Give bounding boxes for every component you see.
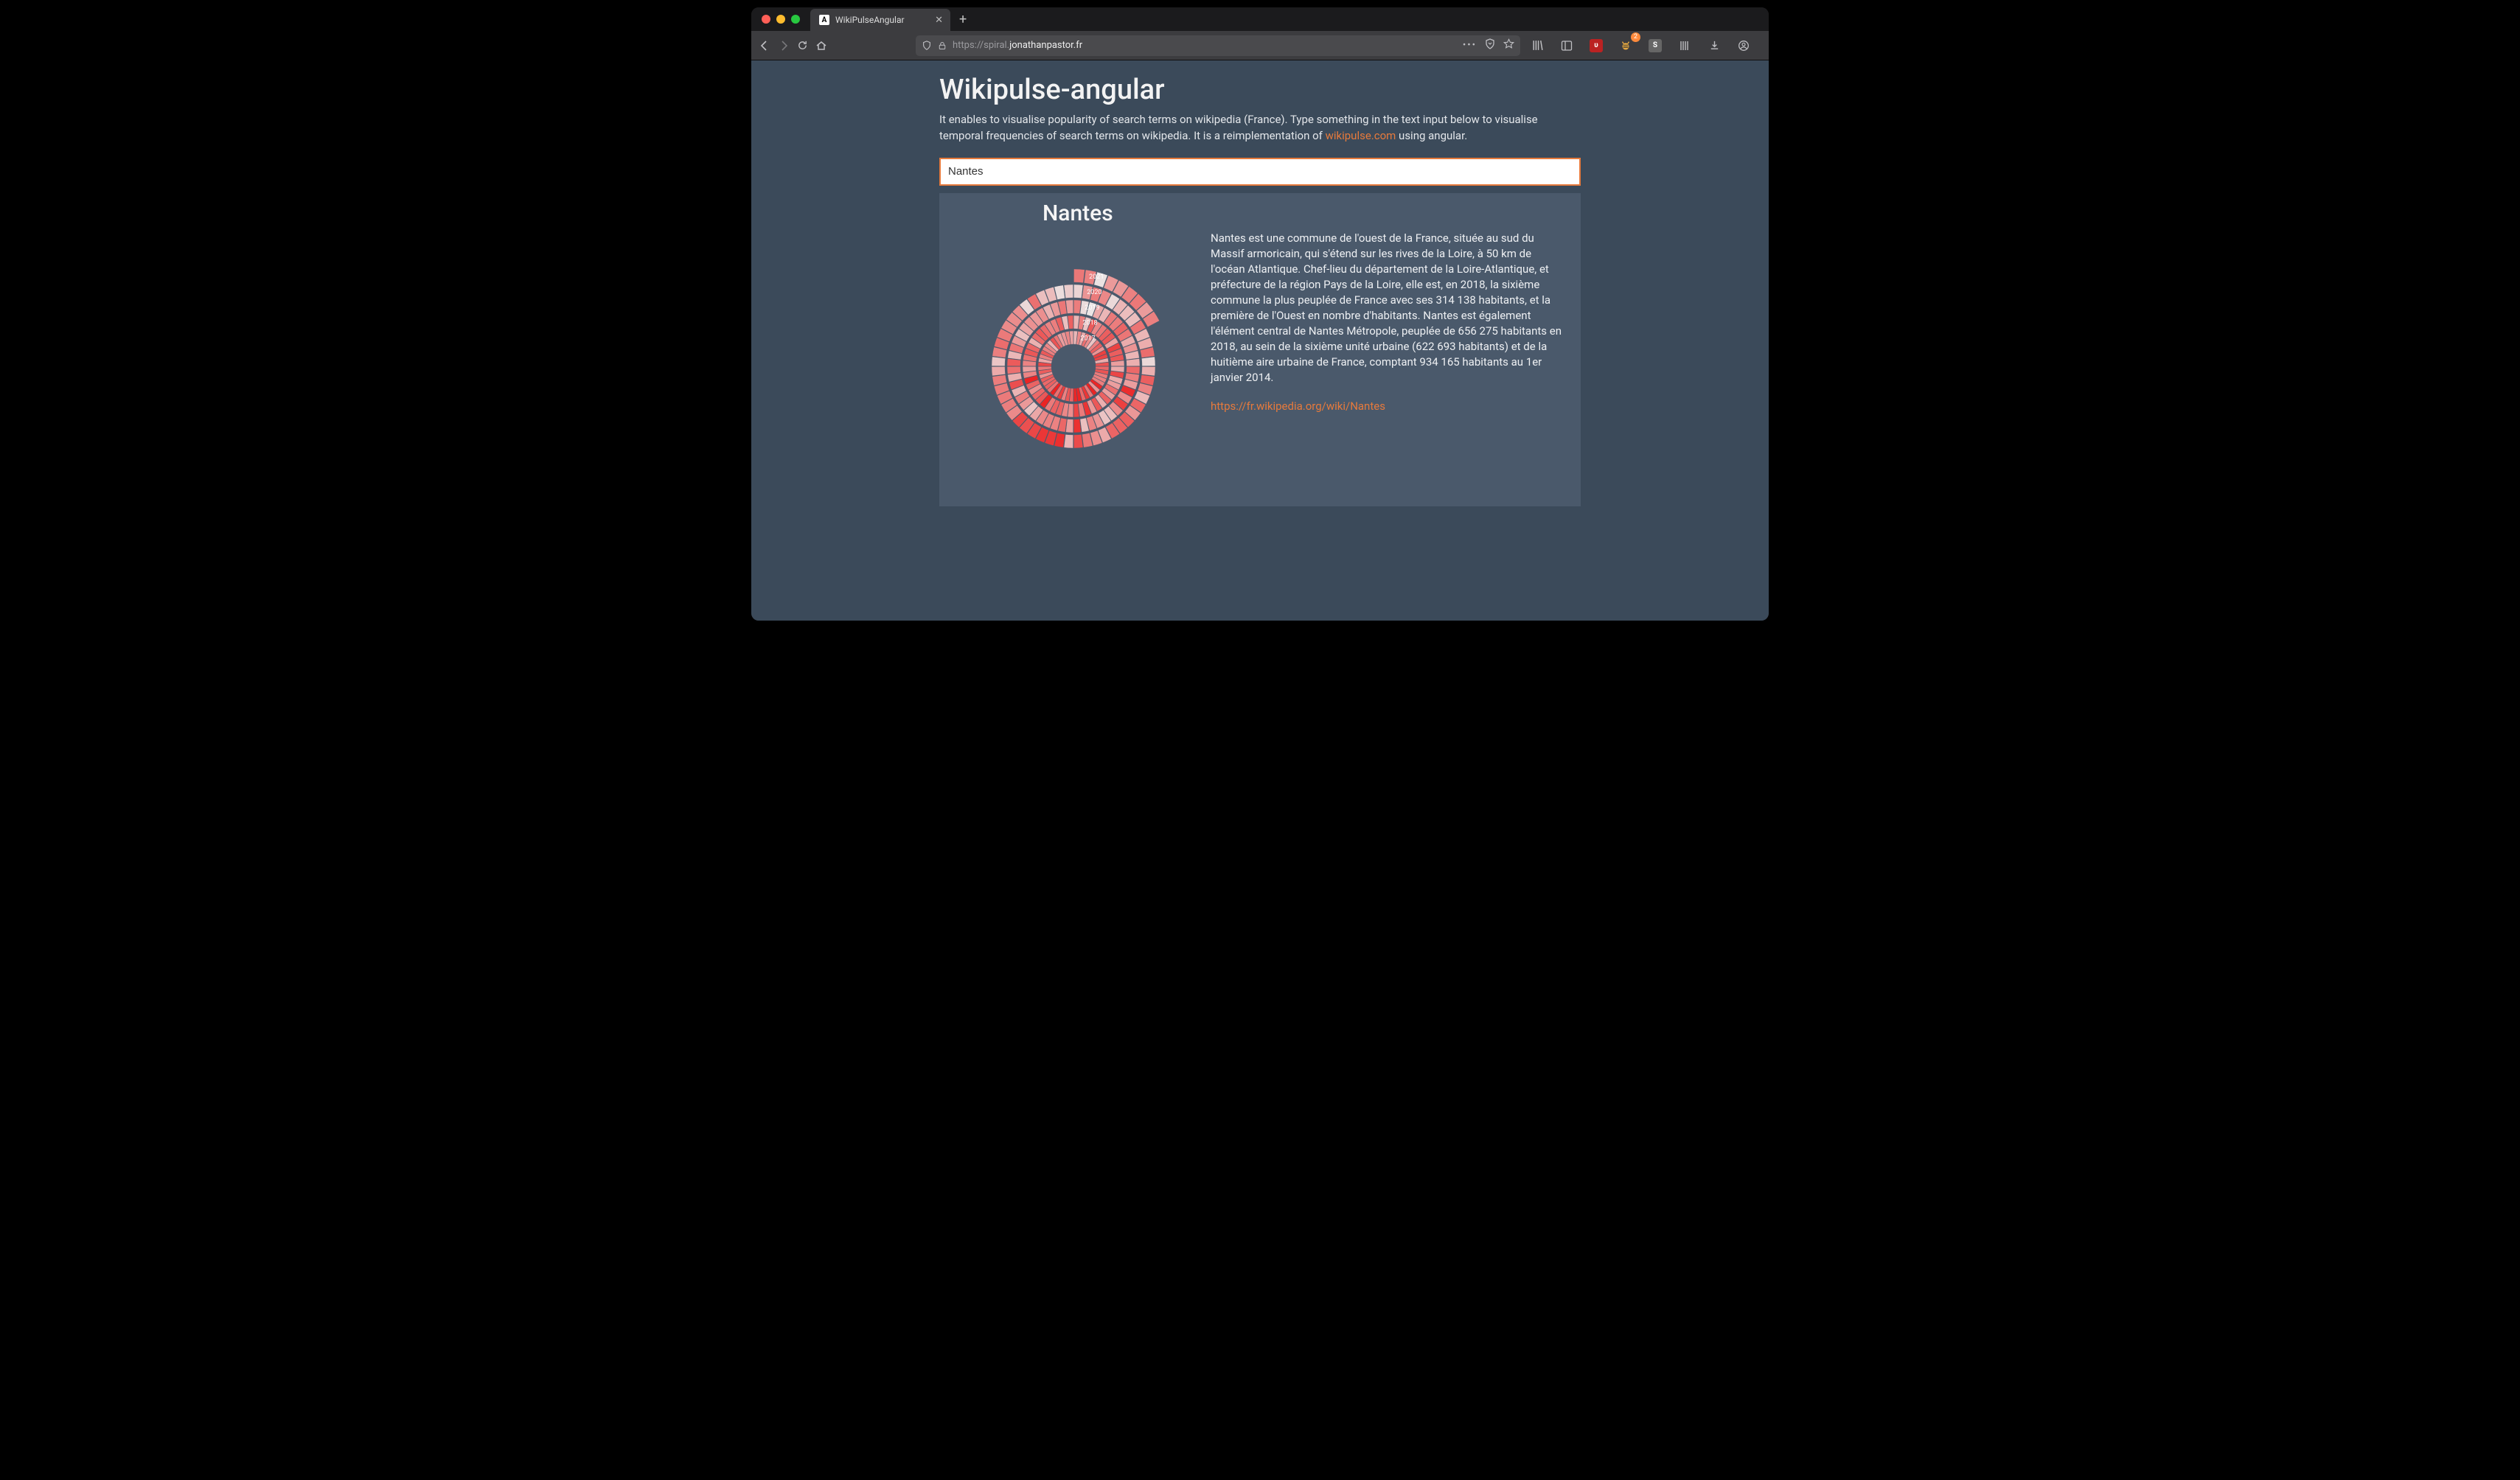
close-tab-button[interactable]: ✕ — [935, 15, 943, 26]
svg-text:2020: 2020 — [1087, 288, 1101, 296]
reader-mode-icon[interactable] — [1484, 38, 1496, 53]
wikipedia-link[interactable]: https://fr.wikipedia.org/wiki/Nantes — [1211, 399, 1564, 414]
tab-favicon: A — [819, 15, 829, 25]
window-controls — [751, 7, 810, 31]
page-content: Wikipulse-angular It enables to visualis… — [939, 74, 1581, 576]
tab-strip: A WikiPulseAngular ✕ + — [751, 7, 1769, 31]
result-description: Nantes est une commune de l'ouest de la … — [1211, 231, 1564, 385]
page-intro: It enables to visualise popularity of se… — [939, 112, 1581, 144]
extension-ublock-icon[interactable]: υ — [1587, 36, 1606, 55]
shield-icon — [922, 41, 932, 51]
result-card: Nantes 2017 2018 2019 2020 2021 Nantes est u… — [939, 193, 1581, 506]
svg-text:2021: 2021 — [1089, 273, 1104, 281]
browser-tab[interactable]: A WikiPulseAngular ✕ — [810, 9, 950, 31]
extension-grid-icon[interactable] — [1675, 36, 1694, 55]
address-bar[interactable]: https://spiral.jonathanpastor.fr ••• — [916, 35, 1520, 56]
spiral-chart: 2017 2018 2019 2020 2021 — [956, 231, 1191, 477]
svg-text:2019: 2019 — [1085, 304, 1099, 311]
page-title: Wikipulse-angular — [939, 74, 1581, 106]
page-viewport: Wikipulse-angular It enables to visualis… — [751, 60, 1769, 621]
close-window-button[interactable] — [762, 15, 770, 24]
url-text: https://spiral.jonathanpastor.fr — [953, 40, 1457, 51]
forward-button[interactable] — [778, 36, 790, 55]
zoom-window-button[interactable] — [791, 15, 800, 24]
menu-icon[interactable] — [1764, 36, 1769, 55]
toolbar-extensions: υ 2 S — [1528, 36, 1769, 55]
search-input[interactable] — [939, 158, 1581, 186]
reload-button[interactable] — [797, 36, 808, 55]
new-tab-button[interactable]: + — [950, 7, 975, 31]
browser-toolbar: https://spiral.jonathanpastor.fr ••• υ — [751, 31, 1769, 60]
result-heading: Nantes — [1043, 200, 1564, 226]
bookmark-star-icon[interactable] — [1503, 38, 1514, 52]
home-button[interactable] — [815, 36, 827, 55]
library-icon[interactable] — [1528, 36, 1547, 55]
lock-icon — [938, 41, 947, 50]
svg-text:2018: 2018 — [1082, 319, 1097, 327]
sidebar-icon[interactable] — [1557, 36, 1576, 55]
extension-bee-icon[interactable]: 2 — [1616, 36, 1635, 55]
svg-text:2017: 2017 — [1080, 335, 1095, 342]
back-button[interactable] — [759, 36, 770, 55]
downloads-icon[interactable] — [1705, 36, 1724, 55]
browser-window: A WikiPulseAngular ✕ + https://spiral — [751, 7, 1769, 621]
tab-title: WikiPulseAngular — [835, 15, 905, 25]
minimize-window-button[interactable] — [776, 15, 785, 24]
wikipulse-link[interactable]: wikipulse.com — [1326, 129, 1396, 142]
account-icon[interactable] — [1734, 36, 1753, 55]
extension-s-icon[interactable]: S — [1646, 36, 1665, 55]
extension-badge: 2 — [1631, 32, 1640, 42]
page-actions-icon[interactable]: ••• — [1463, 40, 1477, 51]
